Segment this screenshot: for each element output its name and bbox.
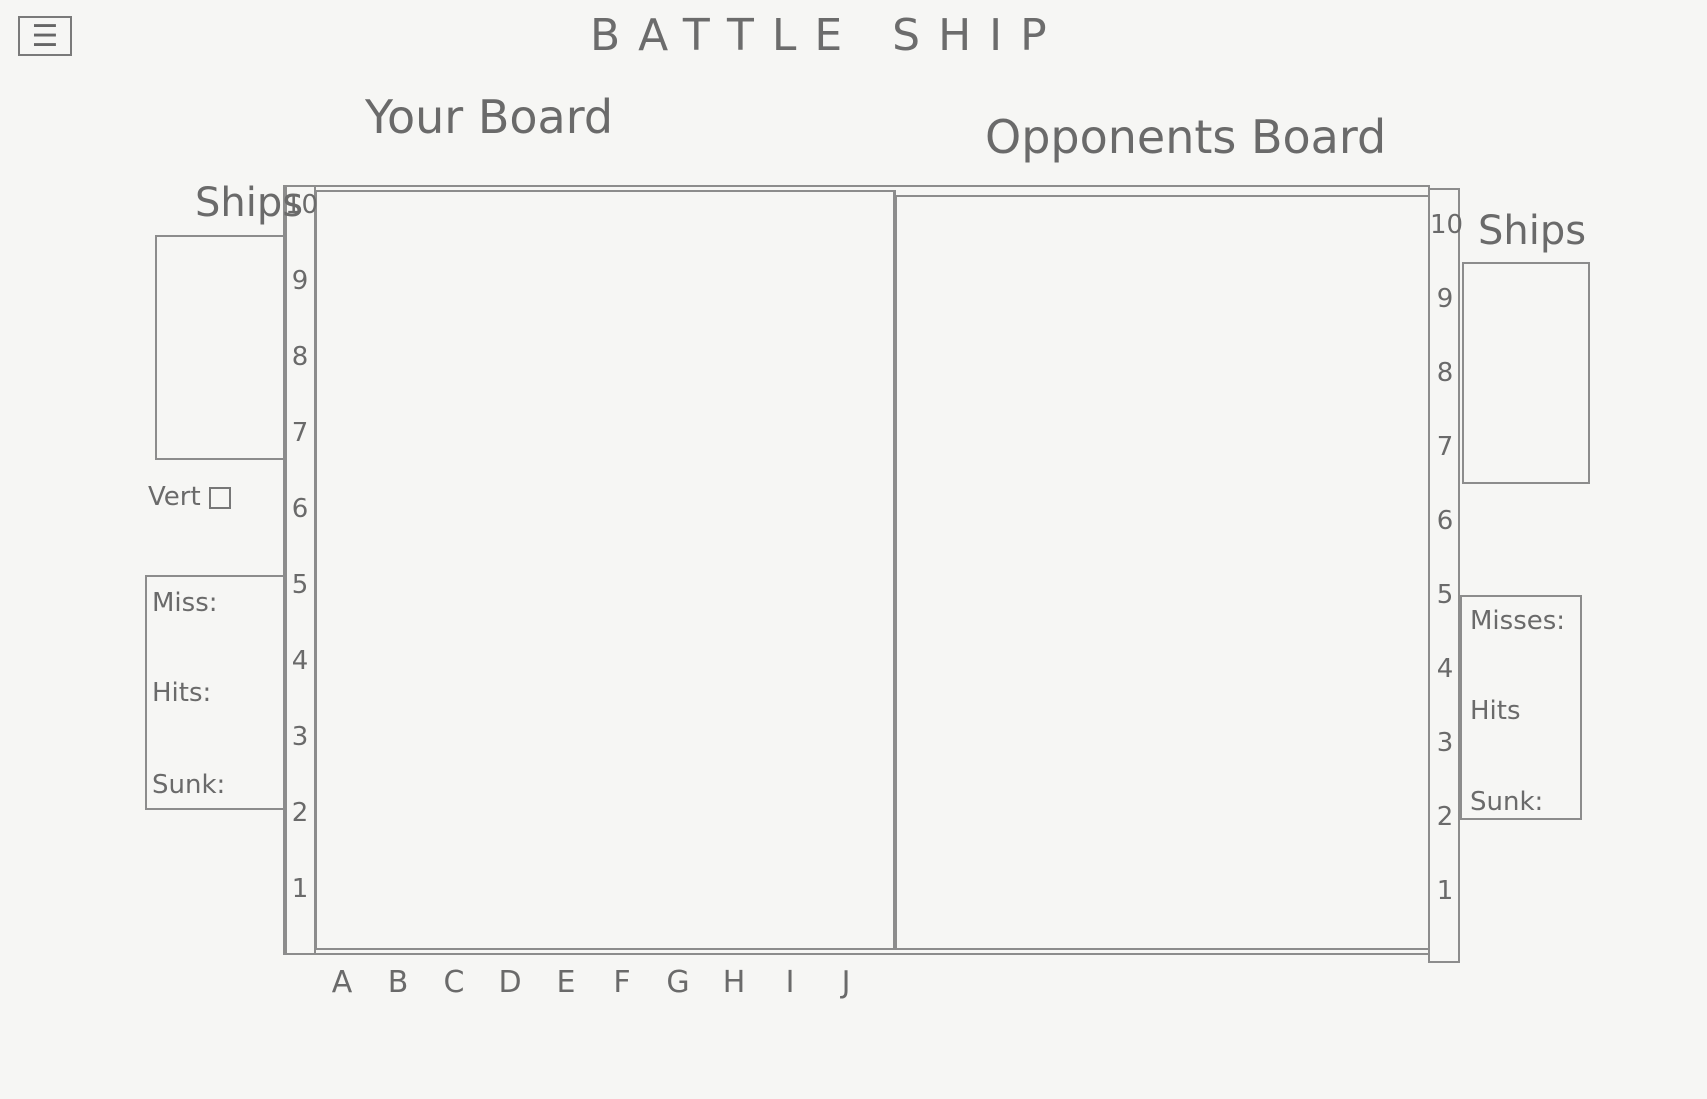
- column-label: G: [666, 965, 690, 1000]
- opponent-ships-panel[interactable]: [1462, 262, 1590, 484]
- your-row-label: 8: [291, 342, 309, 372]
- your-row-label: 3: [291, 722, 309, 752]
- your-ships-title: Ships: [195, 180, 304, 226]
- column-label: F: [613, 965, 631, 1000]
- column-label: H: [722, 965, 746, 1000]
- menu-icon: ☰: [31, 18, 59, 54]
- your-row-label: 7: [291, 418, 309, 448]
- your-board-grid[interactable]: [315, 190, 895, 950]
- your-row-label: 5: [291, 570, 309, 600]
- your-row-label: 2: [291, 798, 309, 828]
- vert-checkbox[interactable]: [208, 486, 231, 509]
- opponent-row-label: 3: [1436, 728, 1454, 758]
- opponent-row-label: 10: [1430, 210, 1464, 240]
- opponent-board-title: Opponents Board: [985, 110, 1387, 164]
- opponent-misses-label: Misses:: [1470, 606, 1566, 636]
- your-ships-panel[interactable]: [155, 235, 285, 460]
- opponent-sunk-label: Sunk:: [1470, 787, 1544, 817]
- column-label: D: [498, 965, 522, 1000]
- your-row-label: 4: [291, 646, 309, 676]
- your-misses-label: Miss:: [152, 588, 218, 618]
- your-row-label: 1: [291, 874, 309, 904]
- column-label: B: [387, 965, 409, 1000]
- opponent-row-label: 5: [1436, 580, 1454, 610]
- column-label: A: [331, 965, 353, 1000]
- opponent-row-label: 6: [1436, 506, 1454, 536]
- column-label: I: [785, 965, 795, 1000]
- opponent-row-label: 4: [1436, 654, 1454, 684]
- vert-toggle[interactable]: Vert: [148, 482, 231, 512]
- menu-button[interactable]: ☰: [18, 16, 72, 56]
- your-row-label: 6: [291, 494, 309, 524]
- board-divider: [893, 190, 896, 950]
- opponent-row-label: 2: [1436, 802, 1454, 832]
- opponent-row-label: 1: [1436, 876, 1454, 906]
- column-label: E: [556, 965, 576, 1000]
- app-title: BATTLE SHIP: [590, 10, 1065, 61]
- your-sunk-label: Sunk:: [152, 770, 226, 800]
- vert-label: Vert: [148, 482, 201, 512]
- opponent-hits-label: Hits: [1470, 696, 1521, 726]
- your-board-title: Your Board: [365, 90, 614, 144]
- your-row-label: 9: [291, 266, 309, 296]
- column-label: J: [841, 965, 851, 1000]
- opponent-row-label: 8: [1436, 358, 1454, 388]
- column-label: C: [443, 965, 465, 1000]
- opponent-row-label: 7: [1436, 432, 1454, 462]
- your-hits-label: Hits:: [152, 678, 212, 708]
- opponent-ships-title: Ships: [1478, 208, 1587, 254]
- opponent-row-label: 9: [1436, 284, 1454, 314]
- opponent-board-grid[interactable]: [895, 195, 1430, 950]
